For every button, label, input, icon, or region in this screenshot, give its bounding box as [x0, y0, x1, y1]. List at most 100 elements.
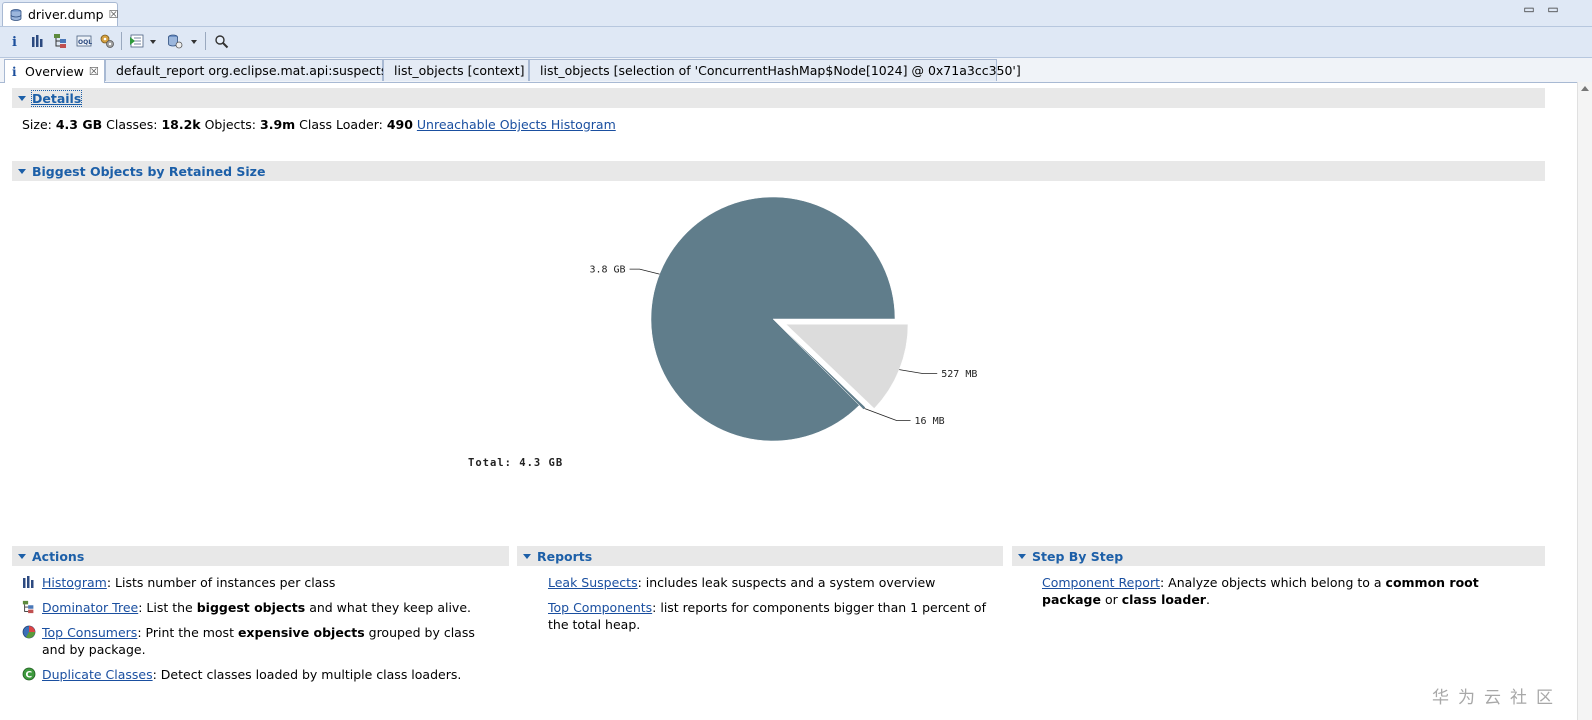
tab-overview-label: Overview — [25, 64, 84, 79]
tab-list-objects-selection[interactable]: list_objects [selection of 'ConcurrentHa… — [529, 59, 1021, 81]
size-label: Size: — [22, 117, 52, 132]
duplicate-classes-icon: C — [22, 667, 36, 681]
top-consumers-emphasis: expensive objects — [237, 625, 365, 640]
top-components-link[interactable]: Top Components — [548, 600, 652, 615]
action-item-dominator-tree: Dominator Tree: List the biggest objects… — [22, 599, 502, 616]
leak-suspects-description: : includes leak suspects and a system ov… — [637, 575, 936, 590]
class-loader-label: Class Loader: — [299, 117, 383, 132]
duplicate-classes-description: : Detect classes loaded by multiple clas… — [152, 667, 462, 682]
toolbar-separator — [205, 32, 206, 50]
tab-list-objects-selection-label: list_objects [selection of 'ConcurrentHa… — [540, 63, 1021, 78]
tab-list-objects-context-label: list_objects [context] — [394, 63, 525, 78]
pie-total-label: Total: 4.3 GB — [468, 457, 563, 469]
biggest-objects-pie-chart: 3.8 GB 527 MB 16 MB Total: 4.3 GB — [468, 196, 977, 469]
details-section-header[interactable]: Details — [12, 88, 1545, 108]
collapse-triangle-icon[interactable] — [18, 553, 26, 559]
chevron-up-icon[interactable] — [1581, 86, 1589, 91]
dominator-tree-icon — [22, 600, 34, 614]
reports-header-label[interactable]: Reports — [537, 549, 592, 564]
size-value: 4.3 GB — [55, 117, 103, 132]
info-icon: i — [12, 35, 17, 48]
component-report-description: : Analyze objects which belong to a — [1159, 575, 1386, 590]
editor-tab-driver-dump[interactable]: driver.dump ☒ — [2, 2, 118, 26]
component-report-link[interactable]: Component Report — [1042, 575, 1160, 590]
gears-icon — [100, 34, 114, 48]
close-icon[interactable]: ☒ — [109, 8, 119, 21]
thread-overview-button[interactable] — [97, 31, 117, 51]
vertical-scrollbar[interactable] — [1577, 82, 1592, 720]
toolbar-separator — [121, 32, 122, 50]
editor-subtab-bar: i Overview ☒ default_report org.eclipse.… — [0, 58, 1592, 83]
collapse-triangle-icon[interactable] — [18, 168, 26, 174]
classes-label: Classes: — [106, 117, 158, 132]
oql-button[interactable]: OQL — [74, 31, 94, 51]
action-item-duplicate-classes: C Duplicate Classes: Detect classes load… — [22, 666, 502, 683]
chevron-down-icon[interactable] — [191, 40, 197, 44]
query-browser-button[interactable] — [165, 31, 185, 51]
info-icon: i — [12, 65, 17, 78]
reports-section-header[interactable]: Reports — [517, 546, 1003, 566]
tab-default-report[interactable]: default_report org.eclipse.mat.api:suspe… — [105, 59, 387, 81]
dominator-tree-description-end: and what they keep alive. — [305, 600, 471, 615]
step-by-step-header-label[interactable]: Step By Step — [1032, 549, 1123, 564]
dominator-tree-icon — [54, 34, 66, 48]
details-summary: Size: 4.3 GB Classes: 18.2k Objects: 3.9… — [22, 117, 616, 132]
actions-header-label[interactable]: Actions — [32, 549, 84, 564]
pie-leader-line — [864, 408, 911, 421]
svg-text:OQL: OQL — [78, 39, 92, 46]
pie-slice-label: 16 MB — [915, 416, 945, 427]
reports-list: Leak Suspects: includes leak suspects an… — [548, 574, 988, 633]
maximize-icon[interactable]: ▭ — [1546, 3, 1560, 15]
component-report-description-end: . — [1205, 592, 1210, 607]
pie-leader-line — [899, 369, 938, 374]
dominator-tree-link[interactable]: Dominator Tree — [42, 600, 138, 615]
biggest-objects-section-header[interactable]: Biggest Objects by Retained Size — [12, 161, 1545, 181]
details-header-label[interactable]: Details — [30, 89, 83, 107]
leak-suspects-link[interactable]: Leak Suspects — [548, 575, 638, 590]
run-report-button[interactable] — [127, 31, 147, 51]
dominator-tree-description: : List the — [138, 600, 197, 615]
overview-button[interactable]: i — [5, 31, 25, 51]
step-item-component-report: Component Report: Analyze objects which … — [1042, 574, 1532, 608]
step-by-step-list: Component Report: Analyze objects which … — [1042, 574, 1532, 608]
collapse-triangle-icon[interactable] — [523, 553, 531, 559]
classes-value: 18.2k — [161, 117, 201, 132]
top-consumers-icon — [22, 625, 36, 639]
dominator-tree-emphasis: biggest objects — [196, 600, 306, 615]
report-item-leak-suspects: Leak Suspects: includes leak suspects an… — [548, 574, 988, 591]
histogram-button[interactable] — [28, 31, 48, 51]
biggest-objects-header-label[interactable]: Biggest Objects by Retained Size — [32, 164, 265, 179]
objects-label: Objects: — [204, 117, 257, 132]
close-icon[interactable]: ☒ — [89, 65, 99, 78]
top-consumers-link[interactable]: Top Consumers — [42, 625, 137, 640]
objects-value: 3.9m — [260, 117, 296, 132]
run-report-icon — [130, 34, 144, 48]
tab-list-objects-context[interactable]: list_objects [context] — [383, 59, 529, 81]
chevron-down-icon[interactable] — [150, 40, 156, 44]
search-button[interactable] — [211, 31, 231, 51]
duplicate-classes-link[interactable]: Duplicate Classes — [42, 667, 153, 682]
action-item-top-consumers: Top Consumers: Print the most expensive … — [22, 624, 502, 658]
top-consumers-description: : Print the most — [137, 625, 238, 640]
pie-slice-label: 3.8 GB — [589, 265, 625, 276]
collapse-triangle-icon[interactable] — [18, 95, 26, 101]
pie-leader-line — [629, 268, 660, 275]
component-report-description-mid: or — [1100, 592, 1122, 607]
dominator-tree-button[interactable] — [51, 31, 71, 51]
editor-tab-title: driver.dump — [28, 7, 104, 22]
step-by-step-section-header[interactable]: Step By Step — [1012, 546, 1545, 566]
collapse-triangle-icon[interactable] — [1018, 553, 1026, 559]
tab-overview[interactable]: i Overview ☒ — [4, 59, 105, 83]
svg-text:C: C — [26, 671, 33, 681]
minimize-icon[interactable]: ▭ — [1522, 3, 1536, 15]
class-loader-value: 490 — [386, 117, 413, 132]
unreachable-objects-histogram-link[interactable]: Unreachable Objects Histogram — [417, 117, 616, 132]
histogram-description: : Lists number of instances per class — [106, 575, 336, 590]
svg-text:i: i — [12, 35, 17, 48]
watermark: 华为云社区 — [1432, 688, 1562, 708]
component-report-emphasis-loader: class loader — [1121, 592, 1206, 607]
histogram-link[interactable]: Histogram — [42, 575, 107, 590]
actions-list: Histogram: Lists number of instances per… — [22, 574, 502, 683]
actions-section-header[interactable]: Actions — [12, 546, 509, 566]
action-item-histogram: Histogram: Lists number of instances per… — [22, 574, 502, 591]
